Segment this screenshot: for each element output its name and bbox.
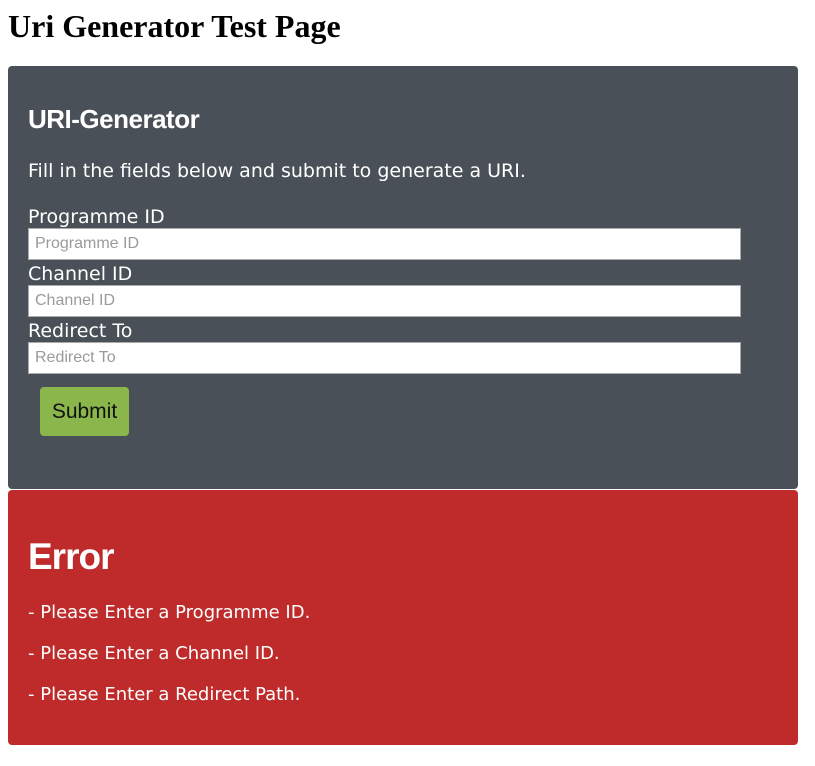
generator-title: URI-Generator [28,104,200,134]
programme-id-label: Programme ID [28,206,165,228]
uri-generator-panel: URI-Generator Fill in the fields below a… [8,66,798,489]
error-title: Error [28,536,114,577]
channel-id-input[interactable] [28,285,741,317]
channel-id-label: Channel ID [28,263,133,285]
error-message-channel-id: - Please Enter a Channel ID. [28,643,280,664]
page-title: Uri Generator Test Page [8,8,341,44]
redirect-to-input[interactable] [28,342,741,374]
redirect-to-label: Redirect To [28,320,133,342]
generator-intro: Fill in the fields below and submit to g… [28,160,526,182]
error-panel: Error - Please Enter a Programme ID. - P… [8,490,798,745]
programme-id-input[interactable] [28,228,741,260]
error-message-programme-id: - Please Enter a Programme ID. [28,602,311,623]
submit-button[interactable]: Submit [40,387,129,436]
error-message-redirect-path: - Please Enter a Redirect Path. [28,684,301,705]
